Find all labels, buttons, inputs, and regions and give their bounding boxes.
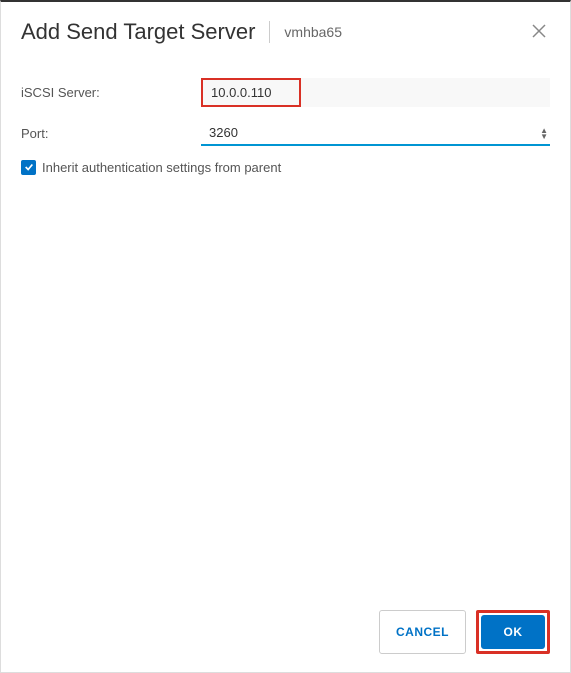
header-divider (269, 21, 270, 43)
highlight-server-input (201, 78, 301, 107)
spinner-down-button[interactable]: ▼ (538, 134, 550, 140)
input-bg-extension (301, 78, 550, 107)
port-input[interactable] (201, 121, 550, 146)
checkmark-icon (24, 159, 34, 177)
inherit-auth-checkbox[interactable] (21, 160, 36, 175)
close-button[interactable] (528, 18, 550, 46)
label-port: Port: (21, 126, 201, 141)
row-inherit-auth: Inherit authentication settings from par… (21, 160, 550, 175)
iscsi-server-input[interactable] (203, 80, 299, 105)
close-icon (532, 21, 546, 43)
row-port: Port: ▲ ▼ (21, 121, 550, 146)
highlight-ok-button: OK (476, 610, 550, 654)
form-body: iSCSI Server: Port: ▲ ▼ (1, 58, 570, 175)
chevron-down-icon: ▼ (540, 132, 548, 141)
dialog-title: Add Send Target Server (21, 19, 255, 45)
inherit-auth-label: Inherit authentication settings from par… (42, 160, 281, 175)
input-wrap-port: ▲ ▼ (201, 121, 550, 146)
label-iscsi-server: iSCSI Server: (21, 85, 201, 100)
dialog-footer: CANCEL OK (379, 610, 550, 654)
dialog-header: Add Send Target Server vmhba65 (1, 2, 570, 58)
cancel-button[interactable]: CANCEL (379, 610, 466, 654)
port-spinner: ▲ ▼ (538, 121, 550, 146)
input-wrap-iscsi-server (201, 78, 550, 107)
row-iscsi-server: iSCSI Server: (21, 78, 550, 107)
ok-button[interactable]: OK (481, 615, 545, 649)
adapter-name: vmhba65 (284, 24, 342, 40)
